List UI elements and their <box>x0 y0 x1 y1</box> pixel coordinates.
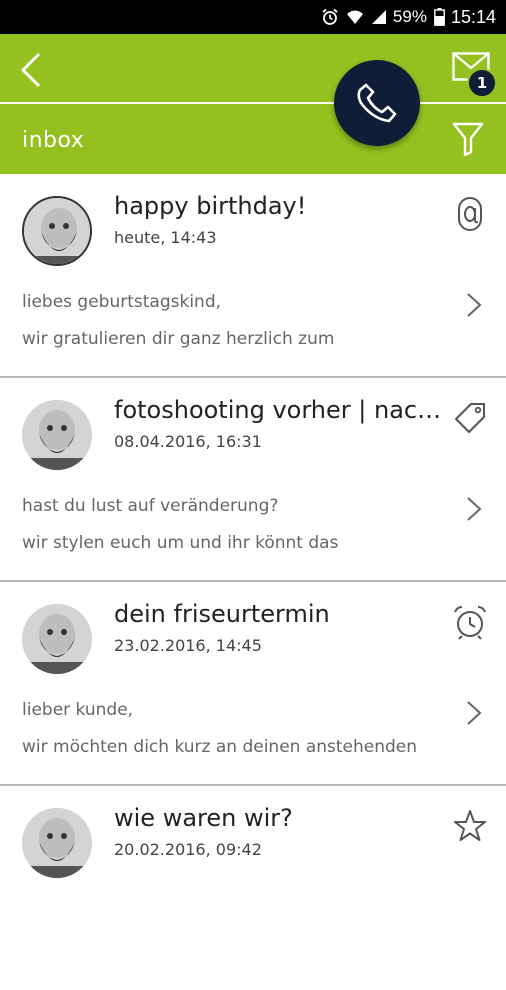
alarm-clock-icon <box>452 602 488 642</box>
message-list: happy birthday! heute, 14:43 liebes gebu… <box>0 174 506 990</box>
message-preview-line1: liebes geburtstagskind, <box>22 292 222 312</box>
message-item[interactable]: happy birthday! heute, 14:43 liebes gebu… <box>0 174 506 378</box>
avatar <box>22 196 92 266</box>
filter-icon <box>452 122 484 157</box>
page-title: inbox <box>22 128 85 153</box>
message-subject: happy birthday! <box>114 192 307 220</box>
tag-icon <box>452 398 488 438</box>
signal-icon <box>371 9 387 25</box>
message-item[interactable]: fotoshooting vorher | nachher 08.04.2016… <box>0 378 506 582</box>
avatar <box>22 400 92 470</box>
chevron-right-icon <box>467 293 482 317</box>
avatar <box>22 604 92 674</box>
call-button[interactable] <box>334 60 420 146</box>
chevron-right-icon <box>467 701 482 725</box>
message-preview-line1: lieber kunde, <box>22 700 134 720</box>
at-icon <box>452 194 488 234</box>
message-date: heute, 14:43 <box>114 228 217 247</box>
header-divider <box>0 102 506 104</box>
chevron-right-icon <box>467 497 482 521</box>
battery-icon <box>434 8 445 26</box>
message-date: 08.04.2016, 16:31 <box>114 432 262 451</box>
wifi-icon <box>346 9 364 25</box>
message-preview-line2: wir möchten dich kurz an deinen anstehen… <box>22 737 418 757</box>
avatar <box>22 808 92 878</box>
message-item[interactable]: dein friseurtermin 23.02.2016, 14:45 lie… <box>0 582 506 786</box>
filter-button[interactable] <box>452 122 488 158</box>
app-header: inbox <box>0 34 506 174</box>
back-arrow-icon <box>20 52 41 88</box>
star-icon <box>452 806 488 846</box>
message-date: 23.02.2016, 14:45 <box>114 636 262 655</box>
battery-percent: 59% <box>392 7 427 26</box>
message-preview-line1: hast du lust auf veränderung? <box>22 496 279 516</box>
message-preview-line2: wir stylen euch um und ihr könnt das <box>22 533 339 553</box>
alarm-icon <box>321 8 339 26</box>
status-time: 15:14 <box>450 6 496 27</box>
status-bar: 59% 15:14 <box>0 0 506 34</box>
message-date: 20.02.2016, 09:42 <box>114 840 262 859</box>
phone-icon <box>357 83 397 123</box>
message-subject: wie waren wir? <box>114 804 293 832</box>
back-button[interactable] <box>14 50 48 90</box>
message-subject: dein friseurtermin <box>114 600 330 628</box>
message-subject: fotoshooting vorher | nachher <box>114 396 444 424</box>
message-preview-line2: wir gratulieren dir ganz herzlich zum <box>22 329 335 349</box>
message-item[interactable]: wie waren wir? 20.02.2016, 09:42 <box>0 786 506 990</box>
unread-count-badge: 1 <box>467 68 497 98</box>
